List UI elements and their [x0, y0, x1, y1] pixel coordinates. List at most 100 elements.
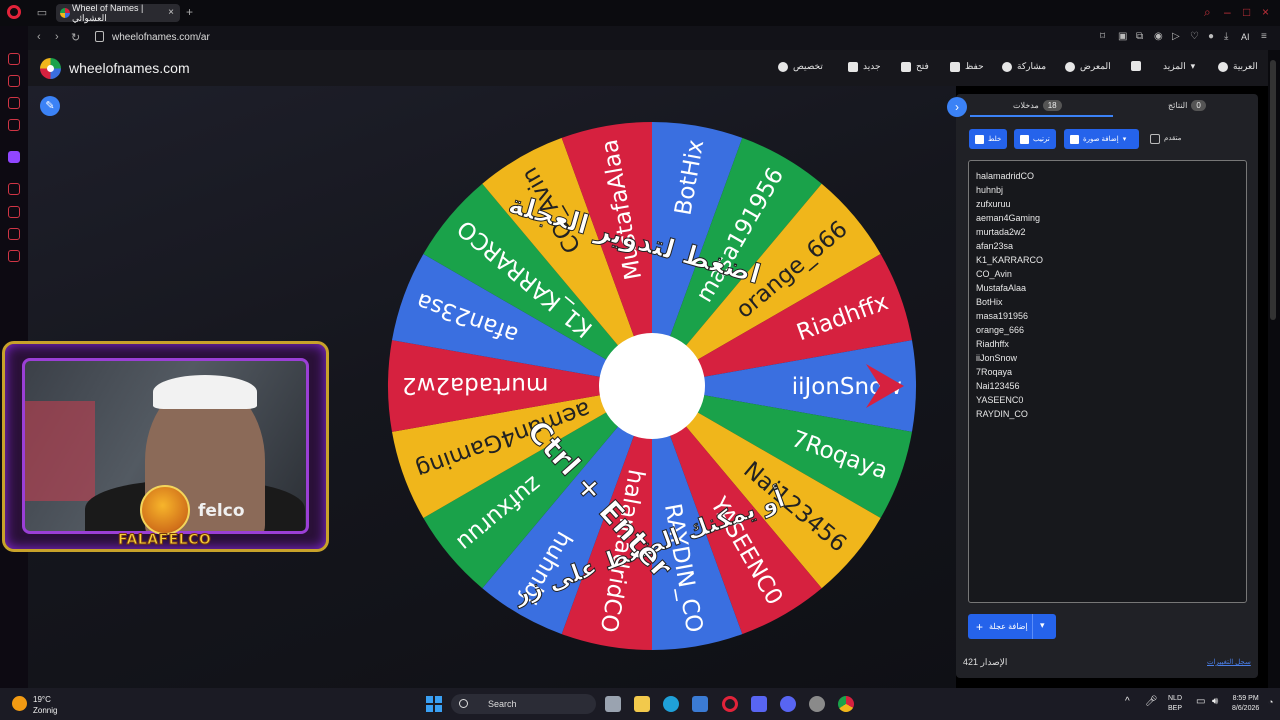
entry-item[interactable]: Riadhffx	[976, 338, 1239, 352]
sidebar-aria-icon[interactable]	[8, 53, 20, 65]
menu-icon[interactable]: ≡	[1261, 31, 1267, 42]
sidebar-shopping-icon[interactable]	[8, 75, 20, 87]
weather-widget[interactable]: 19°C Zonnig	[33, 694, 57, 716]
sidebar-history-icon[interactable]	[8, 183, 20, 195]
customize-button[interactable]: تخصيص	[778, 61, 823, 72]
heart-icon[interactable]: ♡	[1190, 31, 1199, 42]
network-icon[interactable]: ▭	[1196, 697, 1205, 707]
tray-chevron-icon[interactable]: ^	[1125, 697, 1130, 707]
clock[interactable]: 8:59 PM 8/6/2026	[1232, 694, 1259, 714]
entries-textarea[interactable]: halamadridCO huhnbj zufxuruu aeman4Gaming mu…	[968, 160, 1247, 603]
sidebar-clock-icon[interactable]	[8, 206, 20, 218]
opera-icon[interactable]	[722, 696, 738, 712]
new-button[interactable]: جديد	[848, 61, 881, 72]
snapshot-icon[interactable]: ▣	[1118, 31, 1127, 42]
sun-icon[interactable]	[12, 696, 27, 711]
sort-button[interactable]: ترتيب	[1014, 129, 1056, 149]
sidebar-extensions-icon[interactable]	[8, 228, 20, 240]
volume-icon[interactable]: 🔊︎	[1212, 697, 1218, 707]
shuffle-button[interactable]: خلط	[969, 129, 1008, 149]
changelog-link[interactable]: سجل التغييرات	[1207, 658, 1251, 666]
site-title[interactable]: wheelofnames.com	[69, 60, 190, 76]
entry-item[interactable]: iiJonSnow	[976, 352, 1239, 366]
search-tabs-icon[interactable]: ⌕	[1204, 5, 1211, 20]
entry-item[interactable]: orange_666	[976, 324, 1239, 338]
share-button[interactable]: مشاركة	[1002, 61, 1046, 72]
discord-icon[interactable]	[780, 696, 796, 712]
back-icon[interactable]: ‹	[37, 31, 41, 43]
entry-item[interactable]: MustafaAlaa	[976, 282, 1239, 296]
gallery-label: المعرض	[1080, 61, 1111, 71]
entry-item[interactable]: 7Roqaya	[976, 366, 1239, 380]
entry-item[interactable]: afan23sa	[976, 240, 1239, 254]
sidebar-twitch-icon[interactable]	[8, 151, 20, 163]
close-tab-icon[interactable]: ×	[168, 7, 174, 18]
entry-item[interactable]: zufxuruu	[976, 198, 1239, 212]
reload-icon[interactable]: ↻	[71, 31, 80, 44]
entry-item[interactable]: aeman4Gaming	[976, 212, 1239, 226]
sidebar-settings-icon[interactable]	[8, 250, 20, 262]
entry-item[interactable]: masa191956	[976, 310, 1239, 324]
close-window-icon[interactable]: ×	[1262, 5, 1269, 19]
keyboard-layout: BEP	[1168, 705, 1183, 712]
edge-icon[interactable]	[663, 696, 679, 712]
tab-results-label: النتائج	[1168, 101, 1188, 110]
maximize-icon[interactable]: □	[1243, 5, 1250, 19]
forward-icon[interactable]: ›	[55, 31, 59, 43]
download-icon[interactable]: ⤓	[1224, 31, 1228, 42]
entry-item[interactable]: RAYDIN_CO	[976, 408, 1239, 422]
save-button[interactable]: حفظ	[950, 61, 984, 72]
obs-icon[interactable]	[809, 696, 825, 712]
task-view-icon[interactable]	[605, 696, 621, 712]
tab-entries[interactable]: مدخلات 18	[1013, 100, 1062, 111]
entry-item[interactable]: huhnbj	[976, 184, 1239, 198]
entry-item[interactable]: CO_Avin	[976, 268, 1239, 282]
extensions-icon[interactable]: ⧉	[1136, 31, 1143, 42]
browser-tab[interactable]: Wheel of Names | العشوائي ×	[56, 3, 180, 23]
chevron-right-icon[interactable]: ›	[947, 97, 967, 117]
add-wheel-button[interactable]: + إضافة عجلة ▾	[968, 614, 1056, 639]
vpn-icon[interactable]: ◉	[1154, 31, 1163, 42]
profile-icon[interactable]: ●	[1208, 31, 1214, 42]
ai-label[interactable]: AI	[1241, 32, 1250, 42]
language-dropdown[interactable]: العربية	[1218, 61, 1258, 72]
opera-logo-icon[interactable]	[7, 5, 21, 19]
sidebar-messenger-icon[interactable]	[8, 119, 20, 131]
add-wheel-label: إضافة عجلة	[989, 622, 1028, 631]
notification-icon[interactable]: ◔	[1268, 697, 1273, 707]
name-wheel[interactable]: halamadridCOhuhnbjzufxuruuaeman4Gamingmu…	[384, 118, 920, 654]
wheel-center[interactable]	[599, 333, 705, 439]
entry-item[interactable]: murtada2w2	[976, 226, 1239, 240]
bookmark-icon[interactable]: ⌑	[1100, 31, 1105, 42]
input-language[interactable]: NLD BEP	[1168, 694, 1182, 714]
more-dropdown[interactable]: المزيد ▾	[1163, 61, 1195, 72]
player-icon[interactable]: ▷	[1172, 31, 1180, 42]
entry-item[interactable]: BotHix	[976, 296, 1239, 310]
page-scrollbar-thumb[interactable]	[1270, 60, 1276, 320]
fullscreen-button[interactable]	[1131, 61, 1141, 71]
windows-start-icon[interactable]	[426, 696, 442, 712]
file-explorer-icon[interactable]	[634, 696, 650, 712]
add-image-button[interactable]: إضافة صورة ▾	[1064, 129, 1139, 149]
gallery-button[interactable]: المعرض	[1065, 61, 1111, 72]
wheel-logo-icon[interactable]	[40, 58, 61, 79]
store-icon[interactable]	[692, 696, 708, 712]
url-field[interactable]: wheelofnames.com/ar	[112, 32, 210, 43]
entry-item[interactable]: K1_KARRARCO	[976, 254, 1239, 268]
minimize-icon[interactable]: –	[1224, 5, 1231, 19]
entry-item[interactable]: YASEENC0	[976, 394, 1239, 408]
tab-results[interactable]: النتائج 0	[1168, 100, 1206, 111]
sidebar-instagram-icon[interactable]	[8, 97, 20, 109]
tab-list-icon[interactable]: ▭	[35, 6, 49, 20]
entry-item[interactable]: Nai123456	[976, 380, 1239, 394]
taskbar-search[interactable]: Search	[451, 694, 596, 714]
microphone-icon[interactable]: 🎤︎	[1145, 697, 1158, 707]
new-tab-icon[interactable]: +	[186, 5, 193, 19]
media-icon[interactable]	[751, 696, 767, 712]
pencil-icon[interactable]: ✎	[40, 96, 60, 116]
entry-item[interactable]: halamadridCO	[976, 170, 1239, 184]
chrome-icon[interactable]	[838, 696, 854, 712]
advanced-checkbox[interactable]	[1150, 134, 1160, 144]
open-button[interactable]: فتح	[901, 61, 929, 72]
chevron-down-icon[interactable]: ▾	[1040, 620, 1045, 631]
